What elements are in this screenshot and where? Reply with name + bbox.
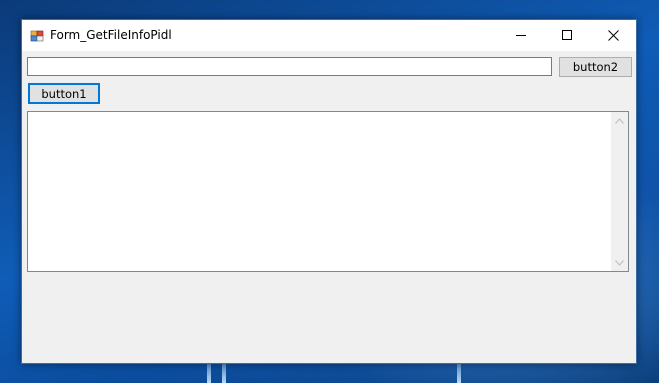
close-button[interactable] xyxy=(590,20,636,51)
minimize-button[interactable] xyxy=(498,20,544,51)
chevron-down-icon xyxy=(615,259,624,266)
button2[interactable]: button2 xyxy=(559,57,632,77)
title-bar[interactable]: Form_GetFileInfoPidl xyxy=(22,20,636,51)
maximize-button[interactable] xyxy=(544,20,590,51)
path-input[interactable] xyxy=(27,57,552,76)
button1[interactable]: button1 xyxy=(28,83,100,104)
close-icon xyxy=(607,30,619,41)
form-window: Form_GetFileInfoPidl button2 button1 xyxy=(21,19,637,364)
output-textarea[interactable] xyxy=(27,111,629,272)
vertical-scrollbar[interactable] xyxy=(611,112,628,271)
maximize-icon xyxy=(561,30,572,40)
app-icon xyxy=(30,29,44,43)
scroll-down-button[interactable] xyxy=(611,254,628,271)
window-title: Form_GetFileInfoPidl xyxy=(50,28,172,42)
button1-label: button1 xyxy=(41,86,87,101)
minimize-icon xyxy=(515,35,526,36)
button2-label: button2 xyxy=(572,60,619,74)
scroll-up-button[interactable] xyxy=(611,112,628,129)
chevron-up-icon xyxy=(615,117,624,124)
